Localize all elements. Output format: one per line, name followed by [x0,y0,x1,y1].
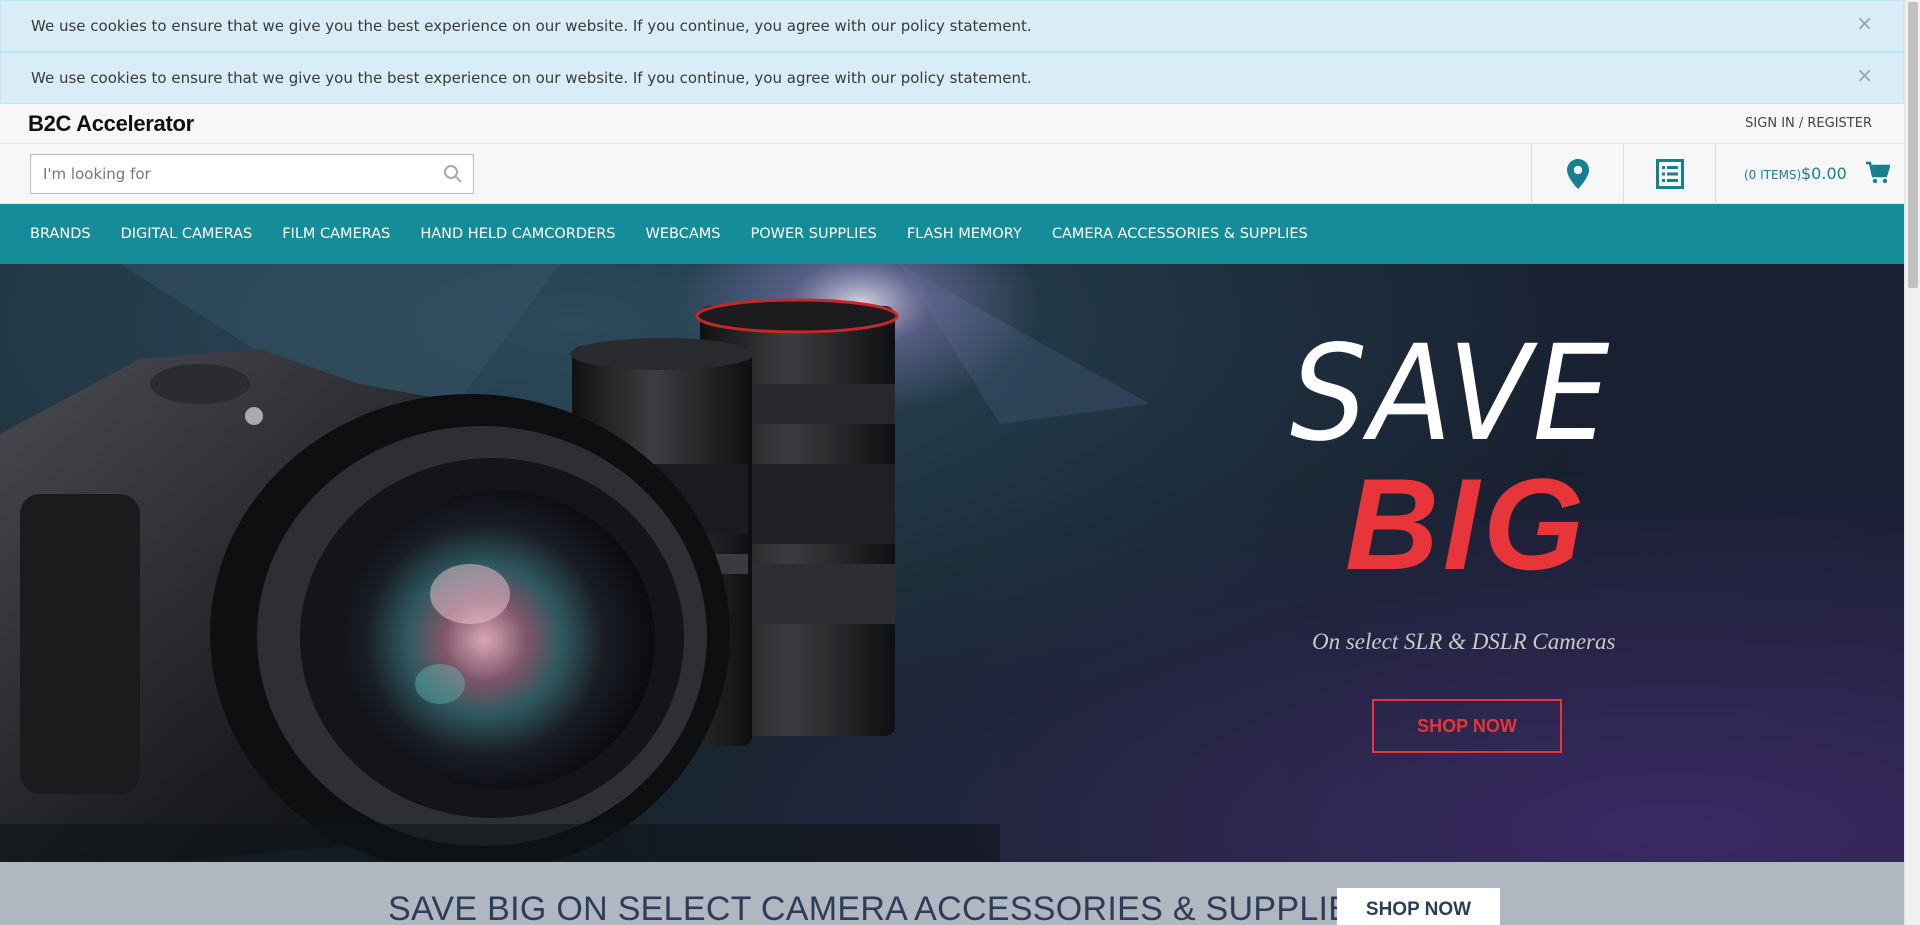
promo-shop-now-button[interactable]: SHOP NOW [1337,888,1500,925]
nav-item-camera-accessories[interactable]: CAMERA ACCESSORIES & SUPPLIES [1052,226,1308,242]
nav-item-webcams[interactable]: WEBCAMS [646,226,721,242]
close-icon[interactable]: × [1856,65,1873,85]
cookie-message: We use cookies to ensure that we give yo… [31,17,1032,35]
top-header: B2C Accelerator SIGN IN / REGISTER [0,104,1904,144]
search-row: (0 ITEMS) $0.00 [0,144,1904,204]
scrollbar-thumb[interactable] [1908,2,1918,288]
shopping-cart-icon [1866,161,1890,184]
main-navigation: BRANDS DIGITAL CAMERAS FILM CAMERAS HAND… [0,204,1904,264]
hero-headline-big: BIG [1345,451,1589,597]
promo-text: SAVE BIG ON SELECT CAMERA ACCESSORIES & … [388,890,1375,925]
hero-headline-save: SAVE [1290,317,1612,471]
cart-total: $0.00 [1801,164,1847,183]
hero-banner[interactable]: SAVE BIG On select SLR & DSLR Cameras SH… [0,264,1904,862]
close-icon[interactable]: × [1856,13,1873,33]
site-logo[interactable]: B2C Accelerator [28,111,194,137]
search-input[interactable] [31,155,431,193]
promo-banner[interactable]: SAVE BIG ON SELECT CAMERA ACCESSORIES & … [0,862,1904,925]
nav-item-power-supplies[interactable]: POWER SUPPLIES [750,226,876,242]
hero-subtext: On select SLR & DSLR Cameras [1312,629,1616,654]
hero-shop-now-button[interactable]: SHOP NOW [1372,699,1562,753]
mini-cart[interactable]: (0 ITEMS) $0.00 [1715,144,1904,204]
cookie-notice: We use cookies to ensure that we give yo… [0,52,1904,104]
sign-in-register-link[interactable]: SIGN IN / REGISTER [1745,116,1872,131]
cookie-notice: We use cookies to ensure that we give yo… [0,0,1904,52]
cookie-message: We use cookies to ensure that we give yo… [31,69,1032,87]
map-marker-icon [1566,159,1589,189]
nav-item-brands[interactable]: BRANDS [30,226,91,242]
list-icon [1655,159,1684,189]
nav-item-flash-memory[interactable]: FLASH MEMORY [907,226,1022,242]
page: We use cookies to ensure that we give yo… [0,0,1904,925]
store-finder-button[interactable] [1531,144,1623,204]
nav-item-digital-cameras[interactable]: DIGITAL CAMERAS [121,226,253,242]
nav-item-film-cameras[interactable]: FILM CAMERAS [282,226,390,242]
cart-item-count: (0 ITEMS) [1744,168,1802,182]
page-scrollbar[interactable] [1904,0,1920,925]
search-icon[interactable] [443,164,463,184]
hero-camera-image [0,264,1150,862]
nav-item-hand-held-camcorders[interactable]: HAND HELD CAMCORDERS [420,226,615,242]
quick-order-button[interactable] [1623,144,1715,204]
search-box [30,154,474,194]
